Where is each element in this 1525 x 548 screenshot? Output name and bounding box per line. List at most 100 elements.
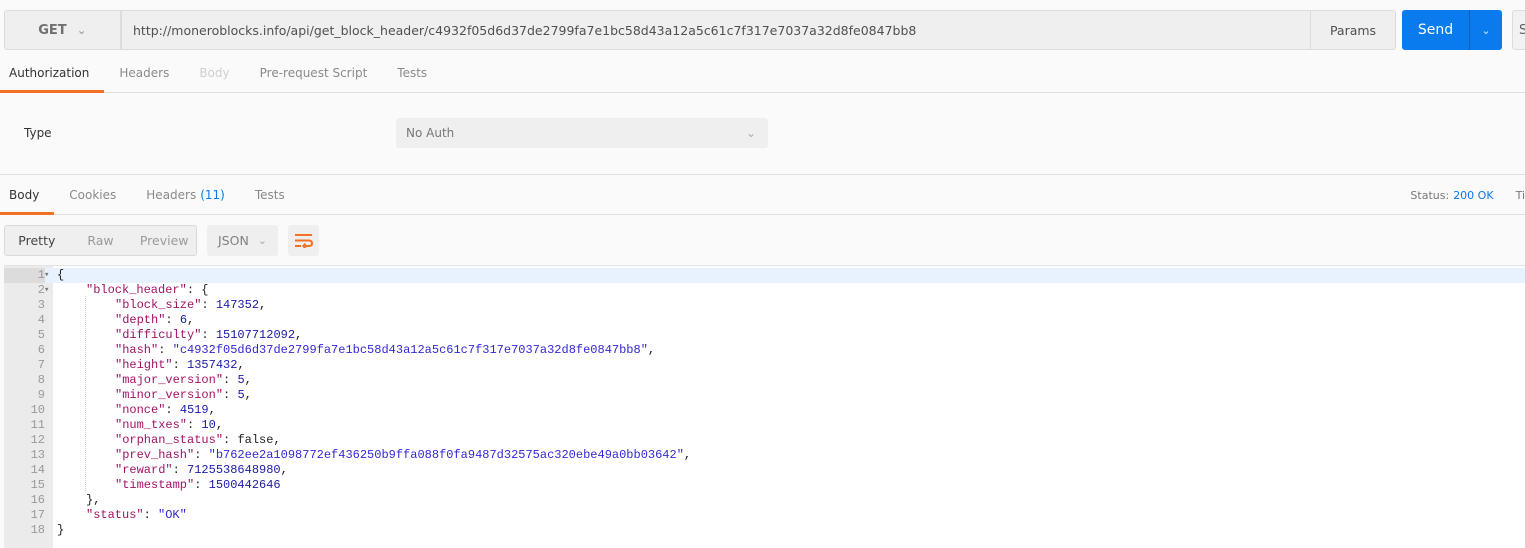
- url-value: http://moneroblocks.info/api/get_block_h…: [133, 22, 917, 38]
- tab-label: Tests: [397, 65, 428, 80]
- json-number: 7125538648980: [187, 463, 281, 477]
- auth-type-label: Type: [24, 126, 52, 140]
- view-mode-pretty[interactable]: Pretty: [5, 226, 69, 255]
- tab-label: Headers: [119, 65, 170, 80]
- json-key: "minor_version": [115, 388, 224, 402]
- save-button[interactable]: S: [1512, 10, 1525, 50]
- code-text: "reward": 7125538648980,: [115, 463, 288, 478]
- line-number: 4: [37, 313, 45, 327]
- line-number: 9: [37, 388, 45, 402]
- json-string: "b762ee2a1098772ef436250b9ffa088f0fa9487…: [208, 448, 684, 462]
- response-tab-tests[interactable]: Tests: [240, 175, 300, 214]
- code-line: 3 "block_size": 147352,: [4, 298, 1525, 313]
- code-text: "num_txes": 10,: [115, 418, 223, 433]
- auth-panel: Type No Auth ⌄: [0, 94, 1525, 175]
- json-punctuation: ,: [244, 373, 252, 387]
- code-line: 18}: [4, 523, 1525, 538]
- method-select[interactable]: GET ⌄: [4, 10, 121, 50]
- json-string: "c4932f05d6d37de2799fa7e1bc58d43a12a5c61…: [172, 343, 648, 357]
- response-body-editor[interactable]: 1 ▾{2 ▾ "block_header": {3 "block_size": 147…: [4, 265, 1525, 548]
- json-number: 147352: [215, 298, 260, 312]
- json-punctuation: :: [201, 298, 216, 312]
- wrap-lines-button[interactable]: [288, 225, 319, 256]
- json-key: "nonce": [115, 403, 166, 417]
- code-line: 11 "num_txes": 10,: [4, 418, 1525, 433]
- json-number: 1357432: [187, 358, 238, 372]
- tab-label: Authorization: [9, 65, 90, 80]
- json-key: "major_version": [115, 373, 224, 387]
- url-input[interactable]: http://moneroblocks.info/api/get_block_h…: [121, 10, 1311, 50]
- json-punctuation: : {: [186, 283, 209, 297]
- tab-pre-request-script[interactable]: Pre-request Script: [245, 53, 383, 92]
- json-punctuation: :: [187, 418, 202, 432]
- json-key: "orphan_status": [115, 433, 224, 447]
- code-text: "minor_version": 5,: [115, 388, 252, 403]
- tab-label: Headers: [146, 187, 197, 202]
- view-mode-preview[interactable]: Preview: [132, 226, 196, 255]
- line-number: 15: [30, 478, 45, 492]
- line-number: 8: [37, 373, 45, 387]
- code-line: 9 "minor_version": 5,: [4, 388, 1525, 403]
- json-punctuation: :: [223, 388, 238, 402]
- code-line: 12 "orphan_status": false,: [4, 433, 1525, 448]
- json-key: "block_header": [86, 283, 187, 297]
- tab-body[interactable]: Body: [184, 53, 244, 92]
- code-line: 4 "depth": 6,: [4, 313, 1525, 328]
- json-punctuation: ,: [683, 448, 692, 462]
- code-text: {: [57, 268, 64, 283]
- line-number: 3: [37, 298, 45, 312]
- code-line: 13 "prev_hash": "b762ee2a1098772ef436250b…: [4, 448, 1525, 463]
- view-mode-raw[interactable]: Raw: [69, 226, 133, 255]
- code-text: "nonce": 4519,: [115, 403, 216, 418]
- json-punctuation: ,: [215, 418, 224, 432]
- auth-type-select[interactable]: No Auth ⌄: [396, 118, 768, 148]
- json-number: 10: [201, 418, 216, 432]
- tab-authorization[interactable]: Authorization: [0, 53, 105, 93]
- json-boolean: false: [237, 433, 274, 447]
- tab-label: Body: [9, 187, 40, 202]
- send-button[interactable]: Send: [1402, 10, 1469, 50]
- line-number: 12: [30, 433, 45, 447]
- code-line: 8 "major_version": 5,: [4, 373, 1525, 388]
- response-tab-cookies[interactable]: Cookies: [54, 175, 131, 214]
- code-line: 15 "timestamp": 1500442646: [4, 478, 1525, 493]
- tab-headers[interactable]: Headers: [104, 53, 184, 92]
- tab-tests[interactable]: Tests: [382, 53, 442, 92]
- json-string: "OK": [158, 508, 187, 522]
- code-line: 17 "status": "OK": [4, 508, 1525, 523]
- json-punctuation: :: [223, 373, 238, 387]
- tab-label: Body: [199, 65, 230, 80]
- chevron-down-icon: ⌄: [1481, 23, 1491, 37]
- line-number: 17: [30, 508, 45, 522]
- fold-toggle-icon[interactable]: ▾: [44, 268, 49, 283]
- auth-type-value: No Auth: [406, 126, 455, 140]
- response-tab-body[interactable]: Body: [0, 175, 55, 215]
- response-tab-headers[interactable]: Headers (11): [131, 175, 240, 214]
- code-text: "height": 1357432,: [115, 358, 245, 373]
- format-select[interactable]: JSON ⌄: [207, 225, 278, 256]
- code-text: "timestamp": 1500442646: [115, 478, 281, 493]
- json-punctuation: },: [86, 493, 101, 507]
- line-number: 18: [30, 523, 45, 537]
- json-punctuation: ,: [295, 328, 303, 342]
- request-bar: GET ⌄ http://moneroblocks.info/api/get_b…: [4, 10, 1525, 50]
- fold-toggle-icon[interactable]: ▾: [44, 283, 49, 298]
- tab-label: Tests: [254, 187, 285, 202]
- json-punctuation: ,: [244, 388, 252, 402]
- code-text: "block_size": 147352,: [115, 298, 266, 313]
- code-line: 5 "difficulty": 15107712092,: [4, 328, 1525, 343]
- code-line: 16},: [4, 493, 1525, 508]
- line-number: 16: [30, 493, 45, 507]
- chevron-down-icon: ⌄: [745, 126, 756, 140]
- json-punctuation: ,: [208, 403, 216, 417]
- json-punctuation: ,: [273, 433, 281, 447]
- status-value: 200 OK: [1453, 188, 1494, 202]
- line-number: 7: [37, 358, 45, 372]
- json-key: "num_txes": [115, 418, 188, 432]
- json-key: "prev_hash": [115, 448, 195, 462]
- line-number: 14: [30, 463, 45, 477]
- params-button[interactable]: Params: [1310, 10, 1396, 50]
- send-options-button[interactable]: ⌄: [1469, 10, 1502, 50]
- code-text: "depth": 6,: [115, 313, 194, 328]
- method-label: GET: [38, 22, 67, 38]
